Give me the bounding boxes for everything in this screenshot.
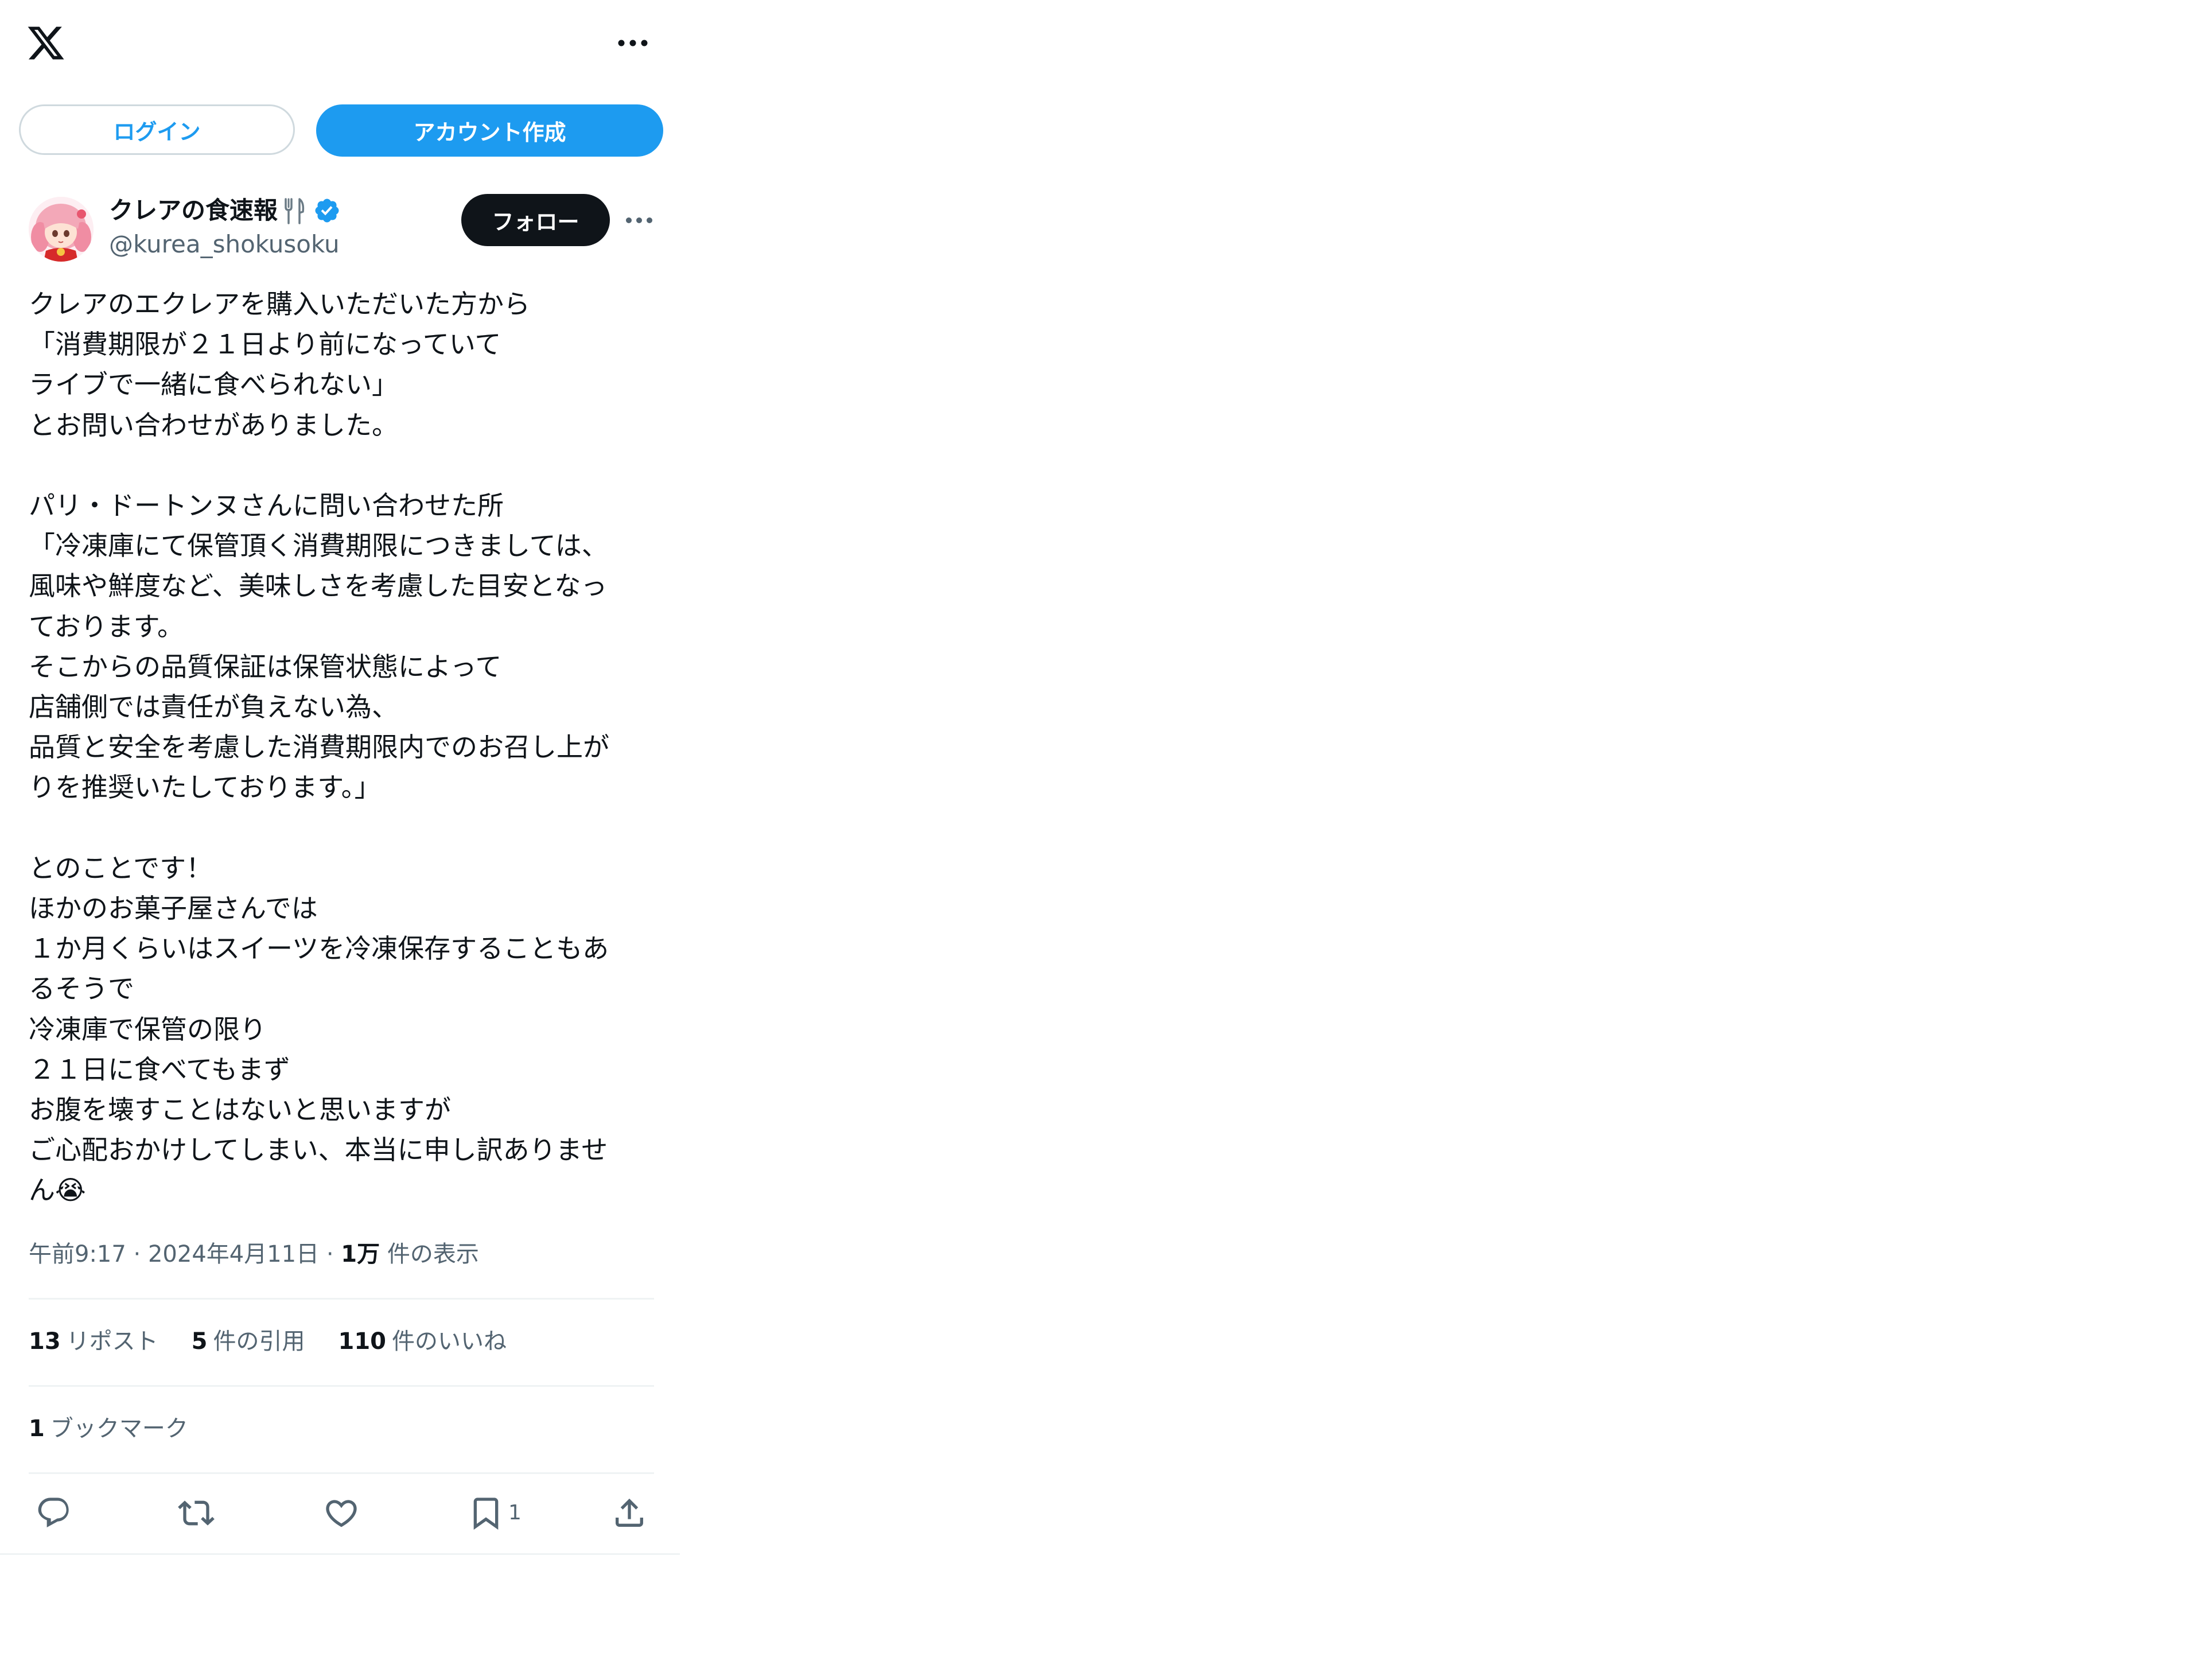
follow-button[interactable]: フォロー bbox=[461, 194, 610, 246]
avatar[interactable] bbox=[29, 197, 94, 262]
create-account-button[interactable]: アカウント作成 bbox=[316, 104, 663, 157]
verified-badge-icon bbox=[313, 197, 341, 224]
page: ログイン アカウント作成 クレアの食速報 @kurea_shokusoku フォ… bbox=[0, 0, 2210, 1680]
bookmark-icon[interactable] bbox=[468, 1495, 504, 1531]
divider bbox=[29, 1472, 654, 1474]
meta-separator: · bbox=[126, 1241, 148, 1267]
bookmarks-count: 1 bbox=[29, 1415, 45, 1442]
engagement-stats: 13 リポスト 5 件の引用 110 件のいいね bbox=[29, 1324, 540, 1359]
author-handle[interactable]: @kurea_shokusoku bbox=[109, 228, 340, 260]
author-display-name[interactable]: クレアの食速報 bbox=[109, 193, 278, 228]
reposts-label: リポスト bbox=[66, 1328, 158, 1355]
heart-icon[interactable] bbox=[323, 1495, 360, 1531]
bookmark-action-count: 1 bbox=[508, 1501, 522, 1525]
quotes-stat[interactable]: 5 件の引用 bbox=[192, 1324, 305, 1359]
share-icon[interactable] bbox=[611, 1495, 648, 1531]
retweet-icon[interactable] bbox=[178, 1495, 215, 1531]
tweet-text: クレアのエクレアを購入いただいた方から 「消費期限が２１日より前になっていて ラ… bbox=[29, 289, 609, 1206]
quotes-count: 5 bbox=[191, 1328, 208, 1355]
divider bbox=[29, 1298, 654, 1300]
likes-stat[interactable]: 110 件のいいね bbox=[338, 1324, 507, 1359]
reposts-count: 13 bbox=[29, 1328, 61, 1355]
tweet-column: ログイン アカウント作成 クレアの食速報 @kurea_shokusoku フォ… bbox=[0, 0, 680, 1555]
author-name[interactable]: クレアの食速報 bbox=[109, 193, 341, 228]
bookmarks-label: ブックマーク bbox=[50, 1415, 188, 1442]
reposts-stat[interactable]: 13 リポスト bbox=[29, 1324, 158, 1359]
divider bbox=[29, 1385, 654, 1387]
reply-icon[interactable] bbox=[36, 1495, 72, 1531]
quotes-label: 件の引用 bbox=[213, 1328, 305, 1355]
likes-label: 件のいいね bbox=[392, 1328, 507, 1355]
meta-separator: · bbox=[319, 1241, 341, 1267]
bookmarks-stat: 1 ブックマーク bbox=[29, 1411, 188, 1446]
tweet-meta: 午前9:17 · 2024年4月11日 · 1万 件の表示 bbox=[29, 1237, 479, 1271]
views-count: 1万 bbox=[341, 1241, 380, 1267]
fork-and-knife-icon bbox=[282, 196, 305, 225]
x-logo-icon[interactable] bbox=[26, 23, 66, 63]
login-button[interactable]: ログイン bbox=[19, 104, 295, 155]
tweet-more-icon[interactable] bbox=[621, 210, 657, 231]
views-label: 件の表示 bbox=[387, 1241, 479, 1267]
more-horizontal-icon[interactable] bbox=[613, 30, 653, 56]
tweet-date[interactable]: 2024年4月11日 bbox=[148, 1241, 319, 1267]
likes-count: 110 bbox=[338, 1328, 387, 1355]
tweet-time[interactable]: 午前9:17 bbox=[29, 1241, 126, 1267]
